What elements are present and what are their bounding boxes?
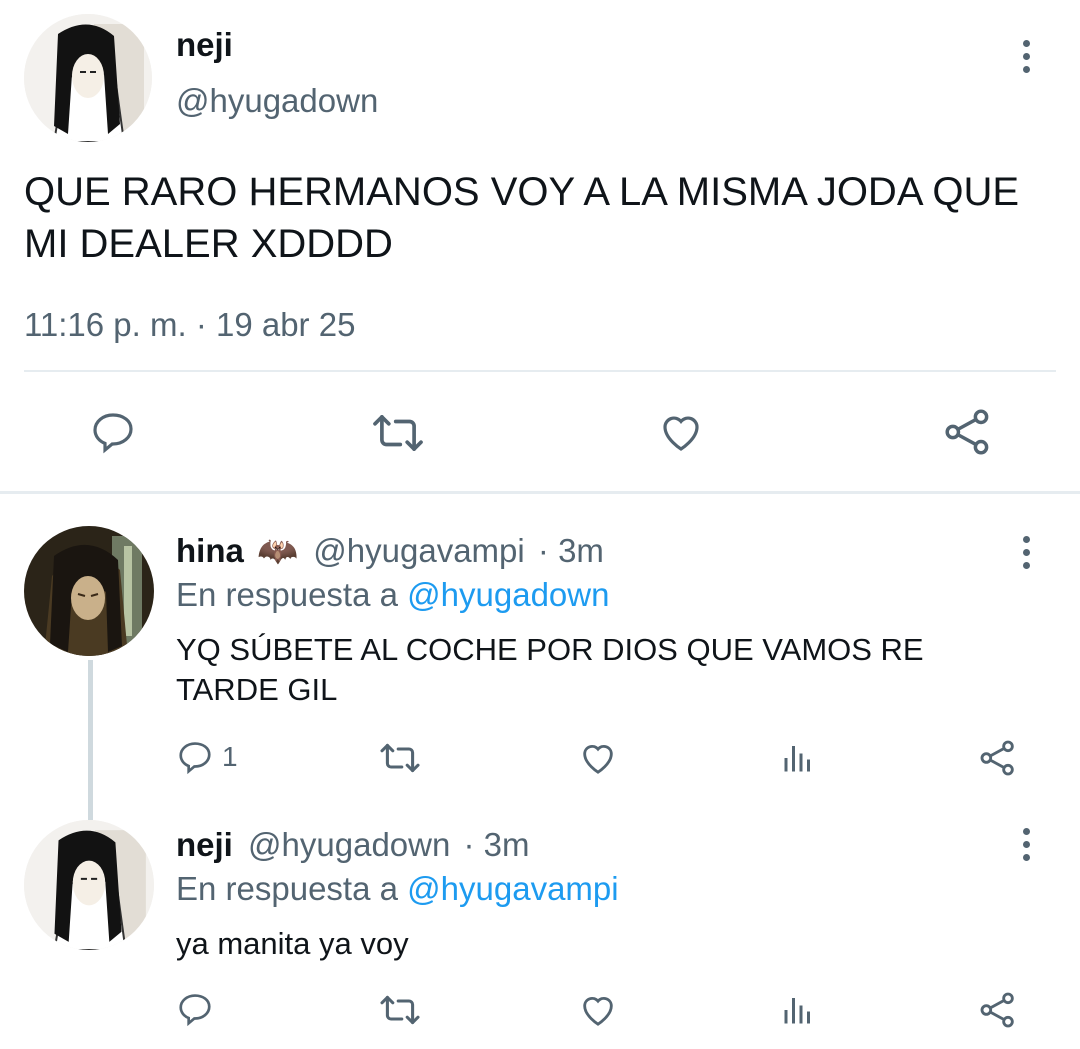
- retweet-icon: [373, 415, 423, 451]
- analytics-button[interactable]: [780, 740, 816, 776]
- share-icon: [945, 409, 989, 455]
- avatar-neji-image: [24, 14, 152, 142]
- main-tweet-text: QUE RARO HERMANOS VOY A LA MISMA JODA QU…: [24, 170, 1020, 266]
- analytics-icon: [784, 746, 810, 772]
- main-display-name[interactable]: neji: [176, 26, 233, 64]
- reply-count: 1: [222, 741, 238, 772]
- reply-icon: [93, 413, 133, 454]
- divider: [24, 370, 1056, 372]
- bat-emoji: 🦇: [257, 532, 299, 569]
- retweet-button[interactable]: [378, 740, 422, 776]
- heart-icon: [663, 416, 699, 451]
- avatar-hina-image: [24, 526, 154, 656]
- reply-button[interactable]: [176, 990, 214, 1028]
- reply-header: hina 🦇 @hyugavampi · 3m: [176, 532, 604, 571]
- reply-icon: [179, 742, 211, 775]
- reply-display-name[interactable]: neji: [176, 826, 233, 863]
- retweet-button[interactable]: [378, 992, 422, 1028]
- reply-text: YQ SÚBETE AL COCHE POR DIOS QUE VAMOS RE…: [176, 632, 924, 707]
- share-button[interactable]: [942, 406, 994, 458]
- more-options-icon[interactable]: [1016, 536, 1036, 569]
- share-icon: [980, 740, 1014, 776]
- replying-to-label: En respuesta a: [176, 576, 398, 613]
- reply-header: neji @hyugadown · 3m: [176, 826, 530, 864]
- replying-to: En respuesta a @hyugavampi: [176, 870, 619, 908]
- avatar-hina[interactable]: [24, 526, 154, 656]
- reply-handle[interactable]: @hyugavampi: [313, 532, 524, 569]
- reply-button[interactable]: [88, 408, 138, 456]
- retweet-icon: [380, 995, 420, 1025]
- heart-icon: [583, 996, 613, 1026]
- retweet-button[interactable]: [368, 410, 428, 456]
- share-button[interactable]: [978, 990, 1018, 1030]
- replying-to-link[interactable]: @hyugavampi: [407, 870, 618, 907]
- retweet-icon: [380, 743, 420, 773]
- reply-time[interactable]: · 3m: [538, 532, 604, 569]
- more-options-icon[interactable]: [1016, 828, 1036, 861]
- avatar-neji[interactable]: [24, 14, 152, 142]
- reply-button[interactable]: 1: [176, 738, 238, 776]
- main-handle[interactable]: @hyugadown: [176, 82, 378, 120]
- like-button[interactable]: [656, 408, 706, 456]
- heart-icon: [583, 744, 613, 774]
- reply-time[interactable]: · 3m: [464, 826, 530, 863]
- reply-handle[interactable]: @hyugadown: [248, 826, 450, 863]
- thread-line: [88, 660, 93, 820]
- more-options-icon[interactable]: [1016, 40, 1036, 73]
- avatar-neji[interactable]: [24, 820, 154, 950]
- replying-to-label: En respuesta a: [176, 870, 398, 907]
- reply-display-name[interactable]: hina: [176, 532, 244, 569]
- main-timestamp[interactable]: 11:16 p. m. · 19 abr 25: [24, 306, 355, 344]
- replying-to-link[interactable]: @hyugadown: [407, 576, 609, 613]
- share-button[interactable]: [978, 738, 1018, 778]
- like-button[interactable]: [578, 738, 618, 778]
- section-divider: [0, 491, 1080, 494]
- avatar-neji-image: [24, 820, 154, 950]
- analytics-button[interactable]: [780, 992, 816, 1028]
- share-icon: [980, 992, 1014, 1028]
- like-button[interactable]: [578, 990, 618, 1030]
- reply-icon: [179, 994, 211, 1027]
- reply-text: ya manita ya voy: [176, 926, 409, 961]
- analytics-icon: [784, 998, 810, 1024]
- replying-to: En respuesta a @hyugadown: [176, 576, 609, 614]
